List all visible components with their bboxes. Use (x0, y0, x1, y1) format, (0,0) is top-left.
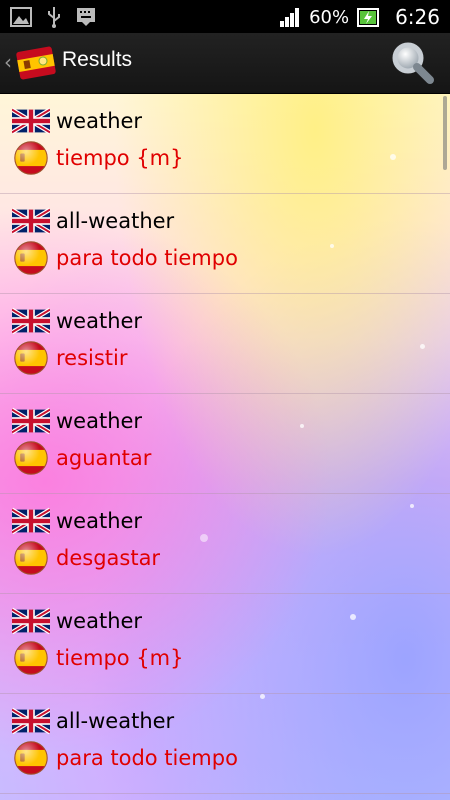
translation-text: para todo tiempo (56, 746, 238, 770)
spain-flag-icon (12, 340, 50, 376)
list-scrollbar[interactable] (443, 96, 447, 170)
search-icon[interactable] (388, 39, 436, 87)
battery-charging-icon (357, 8, 380, 27)
term-line: all-weather (12, 703, 174, 739)
result-row[interactable]: weather desgastar (0, 494, 450, 594)
result-row[interactable]: weather aguantar (0, 394, 450, 494)
term-line: weather (12, 103, 142, 139)
spain-flag-icon (12, 240, 50, 276)
translation-text: aguantar (56, 446, 152, 470)
term-text: weather (56, 509, 143, 533)
spain-flag-icon (12, 140, 50, 176)
term-text: weather (56, 609, 143, 633)
term-line: all-weather (12, 203, 174, 239)
term-line: weather (12, 303, 142, 339)
uk-flag-icon (12, 303, 50, 339)
translation-text: resistir (56, 346, 128, 370)
uk-flag-icon (12, 403, 50, 439)
spain-flag-icon (12, 640, 50, 676)
clock: 6:26 (395, 5, 440, 29)
result-row[interactable]: weather tiempo {m} (0, 594, 450, 694)
term-text: weather (56, 109, 143, 133)
image-icon (10, 7, 32, 27)
translation-text: tiempo {m} (56, 646, 184, 670)
translation-text: para todo tiempo (56, 246, 238, 270)
result-row[interactable]: all-weather para todo tiempo (0, 694, 450, 794)
usb-icon (48, 7, 60, 28)
result-row[interactable]: weather tiempo {m} (0, 94, 450, 194)
result-row[interactable]: weather resistir (0, 294, 450, 394)
app-logo-icon[interactable] (16, 43, 56, 83)
uk-flag-icon (12, 703, 50, 739)
translation-line: para todo tiempo (12, 740, 238, 776)
spain-flag-icon (12, 740, 50, 776)
battery-percent: 60% (309, 6, 350, 28)
back-caret-icon[interactable]: ‹ (4, 50, 12, 74)
term-text: all-weather (56, 209, 175, 233)
uk-flag-icon (12, 103, 50, 139)
translation-line: para todo tiempo (12, 240, 238, 276)
translation-text: desgastar (56, 546, 161, 570)
term-line: weather (12, 603, 142, 639)
results-list[interactable]: weather tiempo {m} all-weather para todo… (0, 94, 450, 800)
result-row[interactable]: all-weather para todo tiempo (0, 194, 450, 294)
term-text: all-weather (56, 709, 175, 733)
term-text: weather (56, 309, 143, 333)
translation-line: resistir (12, 340, 128, 376)
term-line: weather (12, 503, 142, 539)
uk-flag-icon (12, 603, 50, 639)
status-left-icons (10, 6, 96, 28)
translation-line: tiempo {m} (12, 140, 183, 176)
translation-text: tiempo {m} (56, 146, 184, 170)
uk-flag-icon (12, 503, 50, 539)
action-bar: ‹ Results (0, 33, 450, 94)
term-text: weather (56, 409, 143, 433)
spain-flag-icon (12, 540, 50, 576)
keyboard-icon (77, 8, 95, 26)
translation-line: desgastar (12, 540, 160, 576)
page-title: Results (62, 48, 133, 71)
status-right: 60% 6:26 (279, 3, 440, 31)
translation-line: tiempo {m} (12, 640, 183, 676)
term-line: weather (12, 403, 142, 439)
status-bar: 60% 6:26 (0, 0, 450, 33)
translation-line: aguantar (12, 440, 151, 476)
signal-icon (280, 8, 300, 27)
uk-flag-icon (12, 203, 50, 239)
spain-flag-icon (12, 440, 50, 476)
